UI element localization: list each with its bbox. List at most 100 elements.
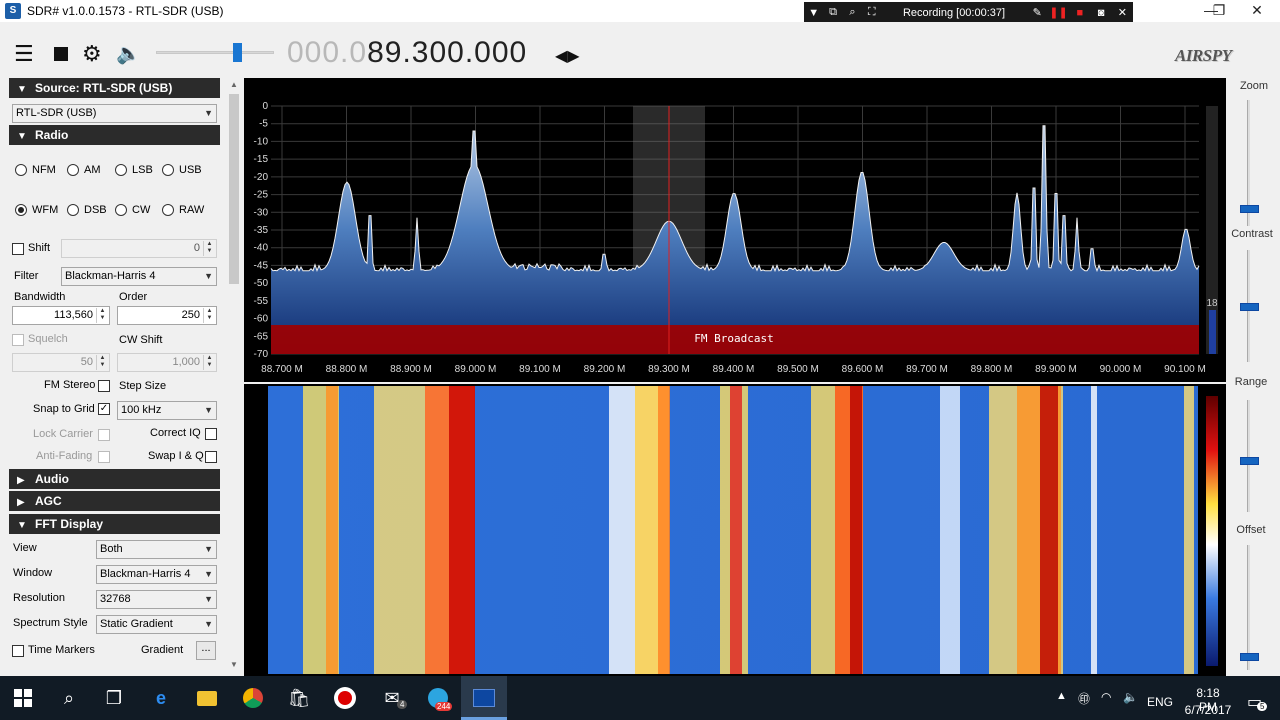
agc-header[interactable]: ▶ AGC — [9, 491, 220, 511]
mode-lsb[interactable]: LSB — [115, 164, 153, 176]
store-icon[interactable]: 🛍 — [276, 676, 322, 720]
stop-icon[interactable] — [54, 47, 68, 61]
edge-icon[interactable]: e — [138, 676, 184, 720]
waterfall-svg[interactable] — [244, 384, 1226, 676]
swapiq-checkbox[interactable] — [205, 451, 217, 463]
spectrum-style-select[interactable]: Static Gradient ▼ — [96, 615, 217, 634]
resolution-select[interactable]: 32768 ▼ — [96, 590, 217, 609]
mode-usb[interactable]: USB — [162, 164, 202, 176]
filter-select[interactable]: Blackman-Harris 4 ▼ — [61, 267, 217, 286]
window-select[interactable]: Blackman-Harris 4 ▼ — [96, 565, 217, 584]
squelch-input[interactable]: 50 ▲ ▼ — [12, 353, 110, 372]
mode-dsb[interactable]: DSB — [67, 204, 107, 216]
telegram-icon[interactable]: 244 — [415, 676, 461, 720]
mail-badge: 4 — [397, 700, 408, 709]
volume-thumb[interactable] — [233, 43, 242, 62]
cwshift-input[interactable]: 1,000 ▲ ▼ — [117, 353, 217, 372]
stop-icon[interactable]: ■ — [1069, 7, 1090, 19]
mode-cw[interactable]: CW — [115, 204, 150, 216]
shift-input[interactable]: 0 ▲ ▼ — [61, 239, 217, 258]
ime-icon[interactable]: ㊞ — [1078, 690, 1090, 707]
timemarkers-checkbox[interactable] — [12, 645, 24, 657]
db-tick-label: -40 — [254, 243, 269, 254]
spectrum-svg[interactable]: FM Broadcast 0 -5 -10 -15 -20 -25 -30 -35 -40 -45… — [244, 78, 1226, 382]
fmstereo-checkbox[interactable] — [98, 380, 110, 392]
frequency-tick-label: 89.900 M — [1035, 364, 1077, 375]
chrome-icon[interactable] — [230, 676, 276, 720]
zoom-label: Zoom — [1239, 80, 1269, 92]
waterfall-signal-band — [730, 386, 742, 674]
pen-icon[interactable]: ✎ — [1027, 6, 1048, 19]
recording-toolbar: ▼ ⧉ ⌕ ⛶ Recording [00:00:37] ✎ ❚❚ ■ ◙ ✕ — [804, 2, 1133, 23]
scroll-thumb[interactable] — [229, 94, 239, 284]
offset-thumb[interactable] — [1240, 653, 1259, 661]
db-tick-label: -45 — [254, 260, 269, 271]
bandwidth-input[interactable]: 113,560 ▲ ▼ — [12, 306, 110, 325]
waterfall-display[interactable] — [244, 384, 1226, 676]
db-tick-label: -35 — [254, 225, 269, 236]
mode-nfm[interactable]: NFM — [15, 164, 56, 176]
speaker-icon[interactable]: 🔈 — [116, 43, 141, 65]
frequency-tick-label: 89.300 M — [648, 364, 690, 375]
radio-header[interactable]: ▼ Radio — [9, 125, 220, 145]
region-icon[interactable]: ⛶ — [862, 6, 881, 19]
db-tick-label: -30 — [254, 207, 269, 218]
source-header[interactable]: ▼ Source: RTL-SDR (USB) — [9, 78, 220, 98]
notification-icon[interactable]: ▭ 5 — [1247, 692, 1268, 712]
scroll-up-icon[interactable]: ▲ — [230, 80, 238, 89]
mode-raw[interactable]: RAW — [162, 204, 204, 216]
gradient-button[interactable]: ... — [196, 641, 216, 660]
db-tick-label: -65 — [254, 331, 269, 342]
windows-start-icon[interactable] — [0, 676, 46, 720]
correctiq-checkbox[interactable] — [205, 428, 217, 440]
source-device-select[interactable]: RTL-SDR (USB) ▼ — [12, 104, 217, 123]
shift-checkbox[interactable] — [12, 243, 24, 255]
dropdown-icon[interactable]: ▼ — [804, 7, 823, 19]
view-select[interactable]: Both ▼ — [96, 540, 217, 559]
recorder-icon[interactable] — [322, 676, 368, 720]
snap-checkbox[interactable]: ✓ — [98, 403, 110, 415]
search-icon[interactable]: ⌕ — [46, 676, 92, 720]
rec-close-icon[interactable]: ✕ — [1112, 6, 1133, 19]
zoom-icon[interactable]: ⌕ — [843, 6, 862, 19]
spectrum-display[interactable]: FM Broadcast 0 -5 -10 -15 -20 -25 -30 -35 -40 -45… — [244, 78, 1226, 382]
mail-icon[interactable]: ✉ 4 — [369, 676, 415, 720]
wifi-icon[interactable]: ◠ — [1101, 690, 1111, 704]
snap-label: Snap to Grid — [33, 403, 95, 415]
zoom-thumb[interactable] — [1240, 205, 1259, 213]
contrast-thumb[interactable] — [1240, 303, 1259, 311]
camera-icon[interactable]: ◙ — [1090, 7, 1111, 19]
step-size-select[interactable]: 100 kHz ▼ — [117, 401, 217, 420]
audio-header[interactable]: ▶ Audio — [9, 469, 220, 489]
lockcarrier-checkbox[interactable] — [98, 429, 110, 441]
tray-expand-icon[interactable]: ▲ — [1056, 690, 1067, 702]
pause-icon[interactable]: ❚❚ — [1048, 6, 1069, 19]
gear-icon[interactable]: ⚙ — [82, 43, 102, 65]
sdrsharp-taskbar-icon[interactable] — [461, 676, 507, 720]
restore-icon[interactable]: ⧉ — [823, 6, 842, 19]
left-scrollbar[interactable]: ▲ ▼ — [228, 80, 240, 672]
offset-slider[interactable] — [1247, 545, 1250, 670]
squelch-checkbox[interactable] — [12, 334, 24, 346]
range-thumb[interactable] — [1240, 457, 1259, 465]
scroll-down-icon[interactable]: ▼ — [230, 660, 238, 669]
frequency-display[interactable]: 000.089.300.000 — [287, 36, 527, 70]
antifading-checkbox[interactable] — [98, 451, 110, 463]
clock-date[interactable]: 6/7/2017 — [1183, 703, 1233, 717]
file-explorer-icon[interactable] — [184, 676, 230, 720]
volume-slider[interactable] — [156, 51, 274, 54]
fft-header[interactable]: ▼ FFT Display — [9, 514, 220, 534]
mode-am[interactable]: AM — [67, 164, 101, 176]
menu-icon[interactable]: ☰ — [14, 43, 34, 65]
waterfall-signal-band — [850, 386, 862, 674]
order-input[interactable]: 250 ▲ ▼ — [117, 306, 217, 325]
sdr-app-icon: S — [5, 3, 21, 19]
range-slider[interactable] — [1247, 400, 1250, 512]
mode-wfm[interactable]: WFM — [15, 204, 58, 216]
task-view-icon[interactable]: ❐ — [91, 676, 137, 720]
tuning-arrows-icon[interactable]: ◀▶ — [555, 46, 580, 68]
lockcarrier-label: Lock Carrier — [33, 428, 93, 440]
volume-icon[interactable]: 🔈 — [1123, 690, 1138, 704]
language-indicator[interactable]: ENG — [1147, 695, 1173, 709]
close-button[interactable]: ✕ — [1234, 0, 1280, 22]
